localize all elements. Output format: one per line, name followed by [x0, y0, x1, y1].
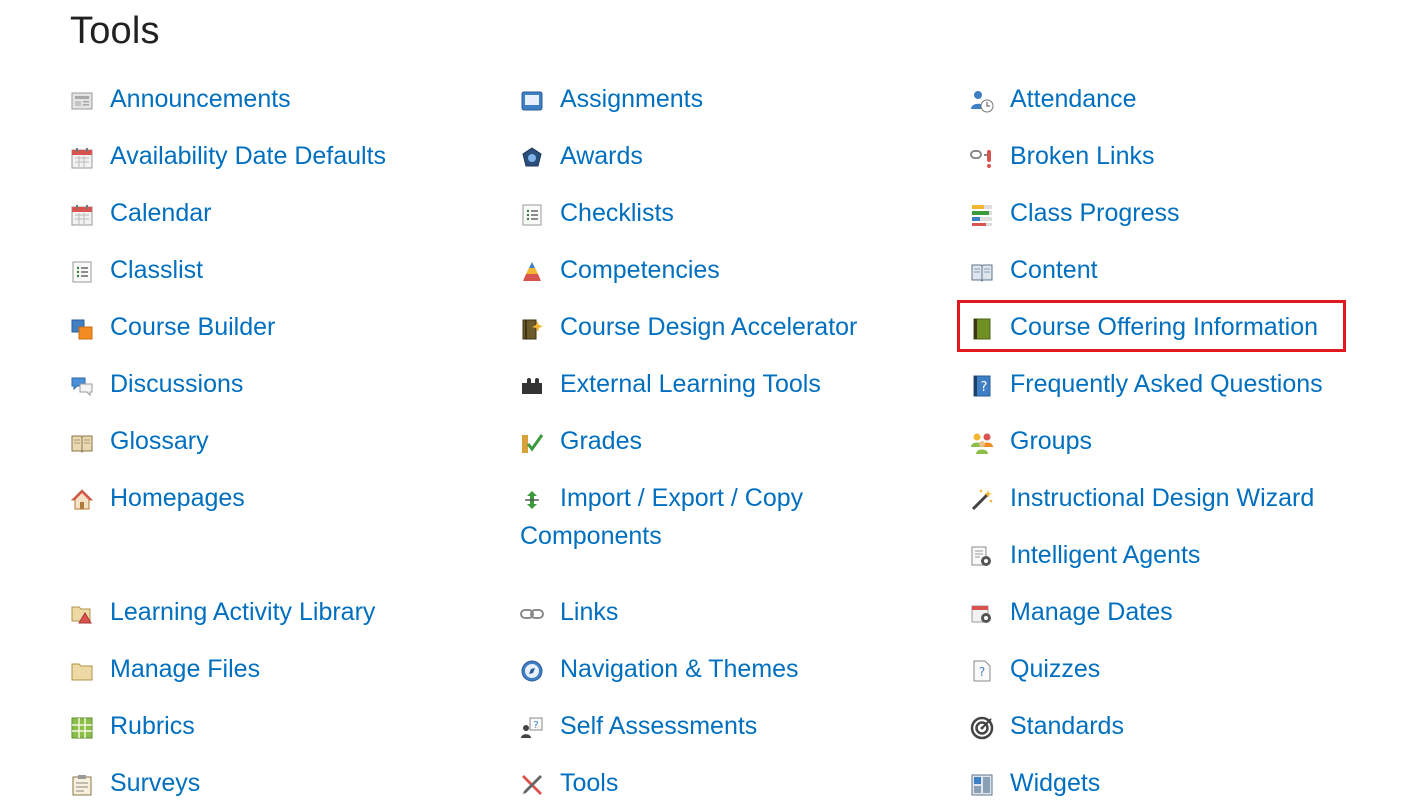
document-gear-icon [970, 545, 994, 569]
checklist-icon [520, 203, 544, 227]
tool-label: Classlist [110, 256, 204, 284]
broken-link-icon [970, 146, 994, 170]
award-badge-icon [520, 146, 544, 170]
highlight-box [957, 300, 1346, 352]
open-book-icon [970, 260, 994, 284]
widgets-grid-icon [970, 773, 994, 797]
tool-label: Standards [1010, 712, 1124, 740]
calendar-icon [70, 146, 94, 170]
tool-label: Discussions [110, 370, 244, 398]
tool-label: Links [560, 598, 619, 626]
tool-label: Awards [560, 142, 643, 170]
announcements-icon [70, 89, 94, 113]
folder-icon [70, 659, 94, 683]
open-book-icon [70, 431, 94, 455]
house-icon [70, 488, 94, 512]
tool-label: Checklists [560, 199, 674, 227]
tool-label: Course Design Accelerator [560, 313, 858, 341]
tool-label: Learning Activity Library [110, 598, 376, 626]
book-spark-icon [520, 317, 544, 341]
chain-link-icon [520, 602, 544, 626]
tool-label: Navigation & Themes [560, 655, 799, 683]
magic-wand-icon [970, 488, 994, 512]
question-book-icon: ? [970, 374, 994, 398]
tool-label: Import / Export / Copy Components [520, 484, 804, 550]
tool-label: External Learning Tools [560, 370, 821, 398]
tool-label: Surveys [110, 769, 201, 797]
tool-label: Announcements [110, 85, 291, 113]
quiz-page-icon: ? [970, 659, 994, 683]
calendar-icon [70, 203, 94, 227]
tool-label: Manage Files [110, 655, 261, 683]
tool-label: Self Assessments [560, 712, 758, 740]
arrows-icon [520, 488, 544, 512]
svg-text:?: ? [533, 720, 538, 731]
pyramid-icon [520, 260, 544, 284]
calendar-gear-icon [970, 602, 994, 626]
tool-label: Course Builder [110, 313, 276, 341]
tool-link-import-export-copy-components[interactable]: Import / Export / Copy Components [520, 479, 840, 555]
tool-label: Class Progress [1010, 199, 1180, 227]
checkmark-grade-icon [520, 431, 544, 455]
progress-bars-icon [970, 203, 994, 227]
tool-label: Grades [560, 427, 642, 455]
speech-bubbles-icon [70, 374, 94, 398]
folder-triangle-icon [70, 602, 94, 626]
tool-label: Widgets [1010, 769, 1101, 797]
tool-label: Availability Date Defaults [110, 142, 387, 170]
tool-label: Rubrics [110, 712, 195, 740]
course-builder-icon [70, 317, 94, 341]
tool-label: Attendance [1010, 85, 1137, 113]
svg-text:?: ? [981, 380, 988, 395]
target-icon [970, 716, 994, 740]
tool-label: Manage Dates [1010, 598, 1173, 626]
tool-label: Instructional Design Wizard [1010, 484, 1315, 512]
person-clock-icon [970, 89, 994, 113]
people-group-icon [970, 431, 994, 455]
grid-icon [70, 716, 94, 740]
list-icon [70, 260, 94, 284]
tool-label: Intelligent Agents [1010, 541, 1201, 569]
tool-label: Content [1010, 256, 1098, 284]
tool-label: Glossary [110, 427, 209, 455]
tools-list: Announcements Availability Date Defaults… [0, 0, 1425, 807]
clipboard-icon [70, 773, 94, 797]
tool-label: Competencies [560, 256, 720, 284]
tool-label: Tools [560, 769, 619, 797]
tool-label: Assignments [560, 85, 704, 113]
tool-label: Frequently Asked Questions [1010, 370, 1323, 398]
tool-label: Broken Links [1010, 142, 1155, 170]
tool-label: Homepages [110, 484, 245, 512]
compass-icon [520, 659, 544, 683]
monitor-icon [520, 89, 544, 113]
puzzle-piece-icon [520, 374, 544, 398]
tool-label: Groups [1010, 427, 1092, 455]
svg-text:?: ? [979, 665, 985, 679]
tool-label: Calendar [110, 199, 212, 227]
wrench-screwdriver-icon [520, 773, 544, 797]
tool-label: Quizzes [1010, 655, 1101, 683]
person-question-icon: ? [520, 716, 544, 740]
